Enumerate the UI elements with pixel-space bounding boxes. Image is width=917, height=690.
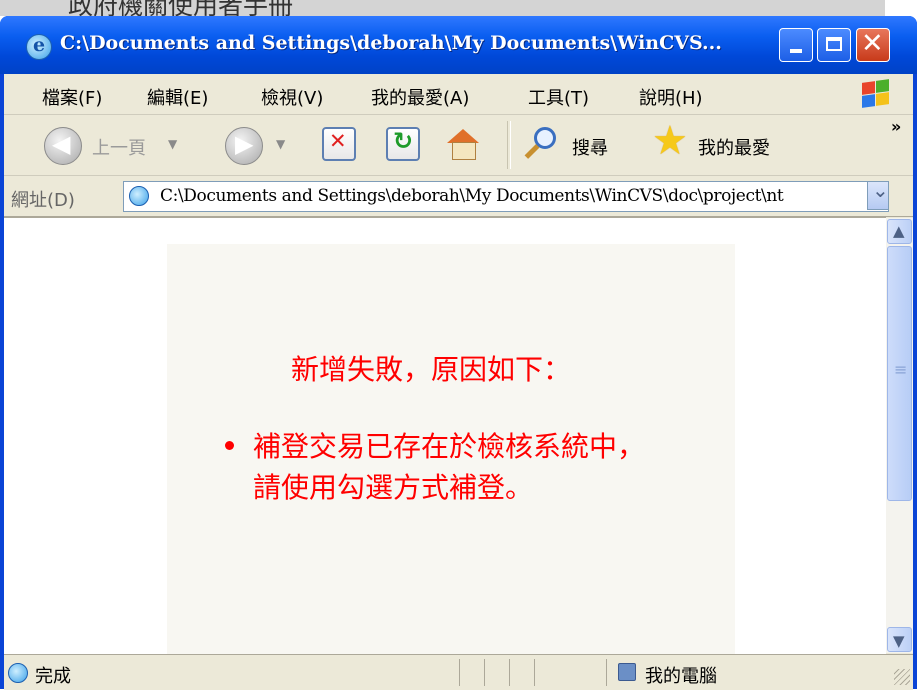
minimize-icon <box>790 49 802 53</box>
scroll-down-button[interactable] <box>887 627 912 652</box>
menu-edit[interactable]: 編輯(E) <box>147 84 208 110</box>
address-dropdown-button[interactable] <box>867 178 889 210</box>
my-computer-icon <box>618 663 636 681</box>
status-bar: 完成 我的電腦 <box>4 654 913 690</box>
back-button-label[interactable]: 上一頁 <box>92 134 146 160</box>
address-label: 網址(D) <box>11 190 75 211</box>
page-content: 新增失敗，原因如下： 補登交易已存在於檢核系統中， 請使用勾選方式補登。 <box>4 217 886 654</box>
stop-icon[interactable] <box>322 127 356 161</box>
menu-view[interactable]: 檢視(V) <box>261 84 323 110</box>
toolbar-divider <box>507 121 511 169</box>
home-icon[interactable] <box>445 127 479 161</box>
error-message-box: 新增失敗，原因如下： 補登交易已存在於檢核系統中， 請使用勾選方式補登。 <box>167 244 735 654</box>
forward-dropdown-icon[interactable]: ▼ <box>276 137 285 151</box>
status-divider <box>459 659 460 686</box>
minimize-button[interactable] <box>779 28 813 62</box>
back-arrow-icon[interactable] <box>44 127 82 165</box>
bullet-icon <box>225 441 234 450</box>
maximize-button[interactable] <box>817 28 851 62</box>
menu-favorites[interactable]: 我的最愛(A) <box>371 84 469 110</box>
forward-arrow-icon[interactable] <box>225 127 263 165</box>
address-input[interactable]: C:\Documents and Settings\deborah\My Doc… <box>123 181 889 212</box>
close-icon: ✕ <box>861 28 884 59</box>
ie-window: C:\Documents and Settings\deborah\My Doc… <box>0 16 917 690</box>
background-caption: 政府機關使用者手冊 <box>68 0 294 16</box>
status-divider <box>534 659 535 686</box>
toolbar-overflow-chevron[interactable]: » <box>891 117 901 136</box>
scroll-up-button[interactable] <box>887 219 912 244</box>
menu-tools[interactable]: 工具(T) <box>528 84 589 110</box>
menu-file[interactable]: 檔案(F) <box>42 84 102 110</box>
error-line-1: 補登交易已存在於檢核系統中， <box>253 430 646 463</box>
favorites-button-label[interactable]: 我的最愛 <box>698 134 770 160</box>
refresh-icon[interactable] <box>386 127 420 161</box>
menu-help[interactable]: 說明(H) <box>639 84 703 110</box>
error-line-2: 請使用勾選方式補登。 <box>253 471 534 504</box>
scroll-thumb[interactable] <box>887 246 912 501</box>
status-page-icon <box>8 663 28 683</box>
client-area: 檔案(F) 編輯(E) 檢視(V) 我的最愛(A) 工具(T) 說明(H) 上一… <box>4 74 913 690</box>
search-button-label[interactable]: 搜尋 <box>572 134 608 160</box>
standard-toolbar: 上一頁 ▼ ▼ 搜尋 ★ 我的最愛 » <box>4 115 913 176</box>
background-document-strip: 政府機關使用者手冊 <box>0 0 885 16</box>
window-title: C:\Documents and Settings\deborah\My Doc… <box>60 32 722 54</box>
vertical-scrollbar[interactable] <box>886 218 913 653</box>
security-zone-label: 我的電腦 <box>645 666 717 687</box>
ie-logo-icon <box>26 34 52 60</box>
favorites-star-icon[interactable]: ★ <box>652 121 688 161</box>
address-value[interactable]: C:\Documents and Settings\deborah\My Doc… <box>160 186 784 206</box>
title-bar[interactable]: C:\Documents and Settings\deborah\My Doc… <box>0 16 917 74</box>
status-divider <box>606 659 607 686</box>
windows-logo-icon <box>860 79 890 108</box>
resize-grip[interactable] <box>894 669 910 685</box>
back-dropdown-icon[interactable]: ▼ <box>168 137 177 151</box>
status-divider <box>509 659 510 686</box>
menu-bar: 檔案(F) 編輯(E) 檢視(V) 我的最愛(A) 工具(T) 說明(H) <box>4 74 913 115</box>
status-divider <box>484 659 485 686</box>
page-icon <box>129 186 149 206</box>
error-title: 新增失敗，原因如下： <box>291 353 572 386</box>
status-text: 完成 <box>35 666 71 687</box>
maximize-icon <box>826 37 842 51</box>
address-bar: 網址(D) C:\Documents and Settings\deborah\… <box>4 176 913 217</box>
close-button[interactable]: ✕ <box>856 28 890 62</box>
search-icon[interactable] <box>522 127 560 165</box>
